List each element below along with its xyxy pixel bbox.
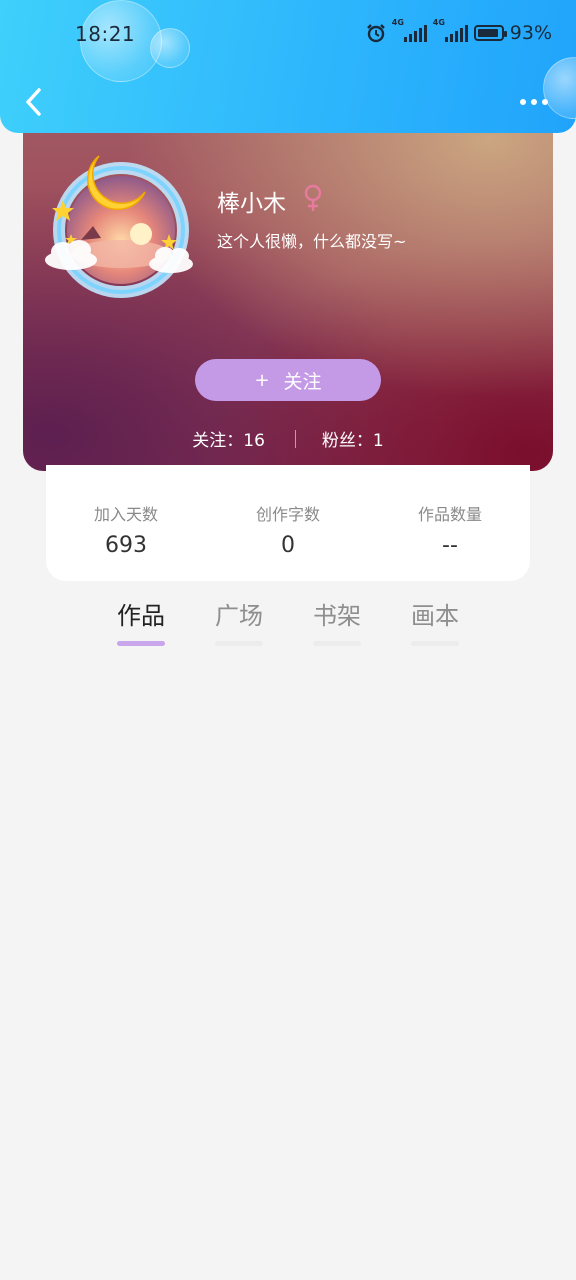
tab-bookshelf[interactable]: 书架 bbox=[297, 596, 377, 646]
more-dots-icon bbox=[520, 99, 526, 105]
stats-panel: 加入天数 693 创作字数 0 作品数量 -- bbox=[46, 465, 530, 581]
follow-button[interactable]: + 关注 bbox=[195, 359, 381, 401]
fans-count[interactable]: 粉丝：1 bbox=[322, 426, 384, 451]
following-count[interactable]: 关注：16 bbox=[192, 426, 265, 451]
stat-label: 作品数量 bbox=[417, 505, 482, 524]
stat-label: 加入天数 bbox=[93, 505, 158, 524]
back-button[interactable] bbox=[16, 82, 52, 122]
tab-label: 画本 bbox=[411, 602, 459, 630]
stat-label: 创作字数 bbox=[255, 505, 320, 524]
tab-label: 广场 bbox=[215, 602, 263, 630]
divider bbox=[294, 429, 296, 448]
plus-icon: + bbox=[254, 369, 270, 391]
status-time: 18:21 bbox=[75, 22, 136, 46]
top-header: 18:21 4G 4G 93% bbox=[0, 0, 576, 133]
stat-value: 693 bbox=[105, 533, 147, 558]
alarm-icon bbox=[366, 24, 385, 43]
content-tabs: 作品 广场 书架 画本 bbox=[0, 596, 576, 652]
tab-square[interactable]: 广场 bbox=[199, 596, 279, 646]
avatar[interactable] bbox=[41, 142, 201, 302]
follow-counts: 关注：16 粉丝：1 bbox=[23, 426, 553, 451]
more-dots-icon bbox=[542, 99, 548, 105]
username: 棒小木 bbox=[217, 191, 286, 217]
stat-words: 创作字数 0 bbox=[208, 501, 368, 558]
tab-indicator bbox=[313, 641, 361, 646]
tab-indicator bbox=[215, 641, 263, 646]
more-dots-icon bbox=[531, 99, 537, 105]
tab-indicator bbox=[117, 641, 165, 646]
battery-percent: 93% bbox=[509, 22, 552, 44]
user-bio: 这个人很懒，什么都没写~ bbox=[217, 232, 407, 251]
decorative-bubble bbox=[150, 28, 190, 68]
tab-label: 作品 bbox=[117, 602, 165, 630]
tab-works[interactable]: 作品 bbox=[101, 596, 181, 646]
stat-join-days: 加入天数 693 bbox=[46, 501, 206, 558]
tab-picture-book[interactable]: 画本 bbox=[395, 596, 475, 646]
signal-type-label: 4G bbox=[432, 18, 445, 27]
stat-value: -- bbox=[442, 533, 458, 558]
stat-value: 0 bbox=[281, 533, 295, 558]
signal-type-label: 4G bbox=[391, 18, 404, 27]
status-icons: 4G 4G 93% bbox=[366, 18, 552, 44]
tab-label: 书架 bbox=[313, 602, 361, 630]
battery-level bbox=[477, 29, 498, 37]
tab-indicator bbox=[411, 641, 459, 646]
battery-icon bbox=[473, 25, 507, 41]
stat-works: 作品数量 -- bbox=[370, 501, 530, 558]
chevron-left-icon bbox=[26, 88, 41, 116]
female-icon bbox=[304, 184, 322, 211]
signal-icon: 4G bbox=[433, 18, 468, 42]
follow-button-label: 关注 bbox=[283, 370, 322, 393]
more-button[interactable] bbox=[514, 88, 554, 116]
signal-icon: 4G bbox=[392, 18, 427, 42]
profile-card: 棒小木 这个人很懒，什么都没写~ + 关注 关注：16 粉丝：1 bbox=[23, 110, 553, 471]
